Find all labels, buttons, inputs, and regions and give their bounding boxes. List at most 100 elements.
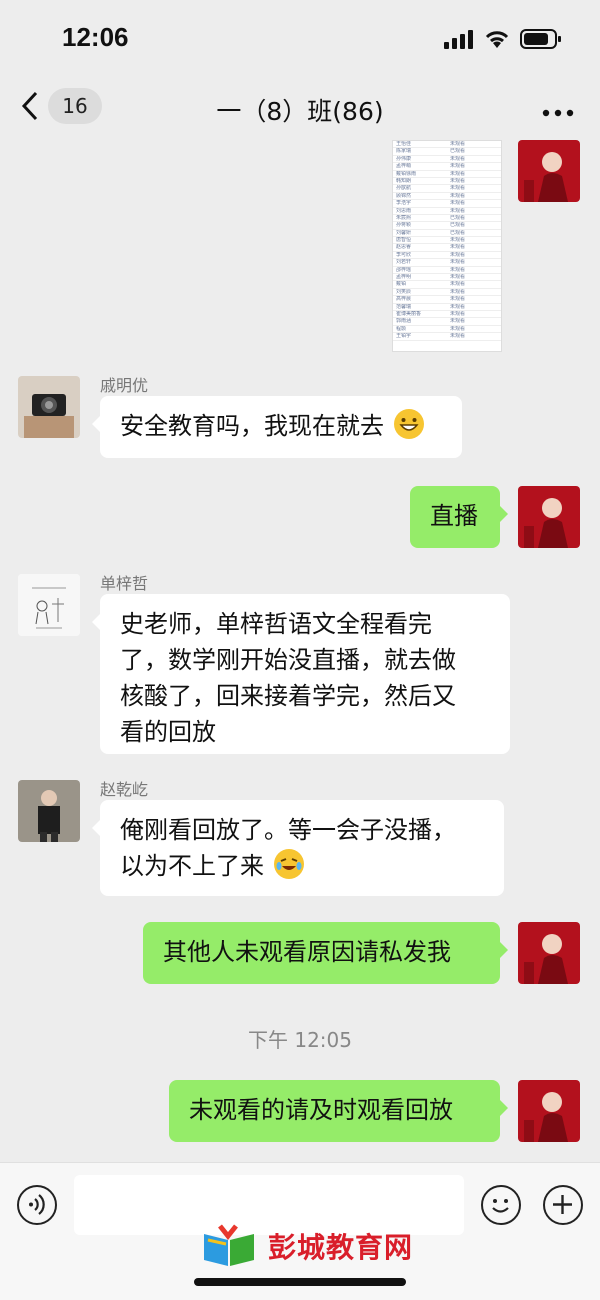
image-table-row: 范馨瑞 未观看	[393, 304, 501, 311]
message-text: 安全教育吗，我现在就去	[120, 412, 384, 440]
image-table-cell: 王铂宇	[393, 333, 447, 341]
watermark: 彭城教育网	[200, 1224, 413, 1268]
image-table-row: 赵思睿 未观看	[393, 244, 501, 252]
image-table-cell: 未观看	[447, 274, 501, 282]
message-text-line: 史老师，单梓哲语文全程看完	[120, 610, 432, 638]
image-table-cell: 未观看	[447, 311, 501, 319]
image-table-row: 邵梓瑶 未观看	[393, 267, 501, 275]
image-table-cell: 未观看	[447, 178, 501, 186]
message-text: 未观看的请及时观看回放	[189, 1096, 453, 1124]
image-table-row: 孟梓萌 未观看	[393, 163, 501, 171]
image-table-cell: 未观看	[447, 296, 501, 304]
status-bar: 12:06	[0, 0, 600, 78]
image-table-cell: 孟梓明	[393, 274, 447, 282]
image-message[interactable]: 王怡佳 未观看 陈家瑞 已观看 孙伟康 未观看 孟梓萌 未观看 戴铂徐雨 未观看 韩知朗 未观看 孙歆航…	[392, 140, 502, 352]
image-table-cell: 刘若轩	[393, 259, 447, 267]
laughing-tears-emoji-icon	[273, 849, 304, 879]
image-table-row: 戴铂 未观看	[393, 281, 501, 289]
my-avatar[interactable]	[518, 922, 580, 984]
image-table-row: 王铂宇 未观看	[393, 333, 501, 341]
my-message-bubble[interactable]: 直播	[410, 486, 508, 548]
image-table-cell: 朱宸熙	[393, 215, 447, 223]
image-table-cell: 孙蒋颖	[393, 222, 447, 230]
image-table-cell: 刘馨妍	[393, 230, 447, 238]
my-avatar[interactable]	[518, 1080, 580, 1142]
smiley-icon	[492, 1199, 509, 1213]
my-avatar[interactable]	[518, 140, 580, 202]
image-table-cell: 已观看	[447, 230, 501, 238]
image-table-cell: 唐智恒	[393, 237, 447, 245]
sender-name: 赵乾屹	[100, 780, 149, 799]
image-table-cell: 未观看	[447, 163, 501, 171]
message-text-line-wrap: 以为不上了来	[120, 848, 484, 884]
camera-photo-avatar-icon	[18, 376, 80, 438]
image-table-cell: 未观看	[447, 171, 501, 178]
image-table-cell: 未观看	[447, 252, 501, 260]
emoji-button[interactable]	[481, 1185, 521, 1225]
image-table-row: 李可欣 未观看	[393, 252, 501, 260]
battery-icon	[520, 29, 561, 49]
image-table-cell: 未观看	[447, 237, 501, 245]
image-table-cell: 范馨瑞	[393, 304, 447, 311]
image-table-cell: 未观看	[447, 200, 501, 208]
status-time: 12:06	[62, 22, 129, 52]
image-table-cell: 戴铂	[393, 281, 447, 289]
image-table-cell: 未观看	[447, 193, 501, 201]
watermark-text: 彭城教育网	[268, 1231, 414, 1264]
image-table-row: 程颢 未观看	[393, 326, 501, 334]
home-indicator[interactable]	[194, 1278, 406, 1286]
image-table-cell: 未观看	[447, 333, 501, 341]
image-table-cell: 孙歆航	[393, 185, 447, 193]
avatar-portrait-icon	[518, 922, 580, 984]
sender-avatar[interactable]	[18, 574, 80, 636]
image-table-cell: 赵思睿	[393, 244, 447, 252]
sender-avatar[interactable]	[18, 376, 80, 438]
avatar-portrait-icon	[518, 140, 580, 202]
book-logo-icon	[204, 1224, 254, 1266]
my-message-bubble[interactable]: 其他人未观看原因请私发我	[143, 922, 508, 984]
image-table-row: 刘思雨 未观看	[393, 208, 501, 215]
image-table-cell: 未观看	[447, 318, 501, 326]
image-table-row: 唐智恒 未观看	[393, 237, 501, 245]
my-message-bubble[interactable]: 未观看的请及时观看回放	[169, 1080, 508, 1142]
message-text-line: 了，数学刚开始没直播，就去做	[120, 646, 456, 674]
image-table-cell: 未观看	[447, 208, 501, 215]
image-table-cell: 崔博美丽香	[393, 311, 447, 319]
image-table-row: 顾锦然 未观看	[393, 193, 501, 201]
avatar-portrait-icon	[518, 486, 580, 548]
image-table-cell: 李可欣	[393, 252, 447, 260]
image-table-cell: 未观看	[447, 244, 501, 252]
voice-input-button[interactable]	[17, 1185, 57, 1225]
message-text-line: 核酸了，回来接着学完，然后又	[120, 682, 456, 710]
image-table-cell: 已观看	[447, 215, 501, 223]
image-table-cell: 韩知朗	[393, 178, 447, 186]
image-table-row: 陈家瑞 已观看	[393, 148, 501, 156]
avatar-portrait-icon	[518, 1080, 580, 1142]
image-table-cell: 孙伟康	[393, 156, 447, 164]
image-table-cell: 已观看	[447, 222, 501, 230]
image-table-cell: 未观看	[447, 185, 501, 193]
wifi-icon	[485, 31, 509, 48]
image-table-row: 刘若轩 未观看	[393, 259, 501, 267]
my-avatar[interactable]	[518, 486, 580, 548]
message-text: 其他人未观看原因请私发我	[163, 938, 451, 966]
more-functions-button[interactable]	[543, 1185, 583, 1225]
image-table-cell: 未观看	[447, 281, 501, 289]
chat-header: 16 一（8）班(86)	[0, 78, 600, 140]
message-bubble[interactable]: 史老师，单梓哲语文全程看完 了，数学刚开始没直播，就去做 核酸了，回来接着学完，…	[92, 594, 510, 754]
message-bubble[interactable]: 安全教育吗，我现在就去	[92, 396, 462, 458]
message-bubble[interactable]: 俺刚看回放了。等一会子没播， 以为不上了来	[92, 800, 504, 896]
image-table-row: 朱宸熙 已观看	[393, 215, 501, 223]
person-photo-avatar-icon	[18, 780, 80, 842]
chat-title: 一（8）班(86)	[216, 97, 384, 126]
more-options-button[interactable]	[542, 92, 574, 125]
image-table-cell: 已观看	[447, 148, 501, 156]
sender-avatar[interactable]	[18, 780, 80, 842]
image-table-cell: 邵梓瑶	[393, 267, 447, 275]
image-table-cell: 孟梓萌	[393, 163, 447, 171]
image-table-cell: 未观看	[447, 326, 501, 334]
image-table-cell: 未观看	[447, 141, 501, 149]
image-table-row: 崔博美丽香 未观看	[393, 311, 501, 319]
image-table-row: 郭雨涵 未观看	[393, 318, 501, 326]
image-table-cell: 李浩宇	[393, 200, 447, 208]
